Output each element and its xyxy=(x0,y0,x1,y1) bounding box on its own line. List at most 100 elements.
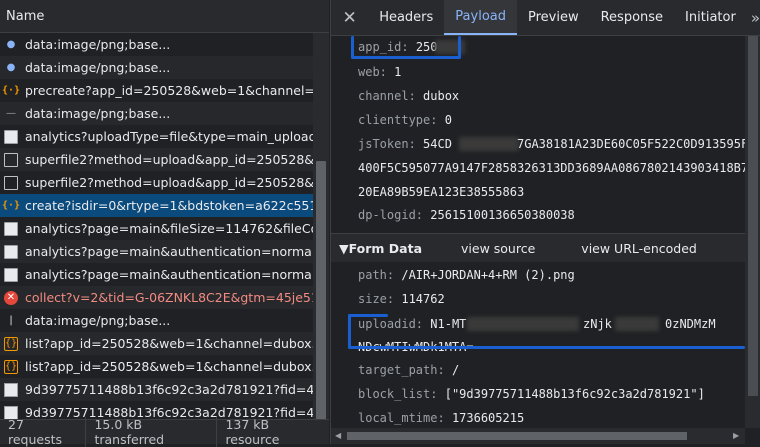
request-row[interactable]: — data:image/png;base... xyxy=(0,102,313,125)
request-list-scrollbar[interactable] xyxy=(313,33,329,423)
request-name: list?app_id=250528&web=1&channel=dubox..… xyxy=(25,359,313,374)
tab-headers[interactable]: Headers xyxy=(368,0,444,35)
scrollbar-thumb[interactable] xyxy=(316,161,326,423)
scrollbar-thumb[interactable] xyxy=(347,432,687,440)
form-target-path: target_path: / xyxy=(358,363,460,377)
xhr-outline-icon: {} xyxy=(4,359,18,374)
request-row[interactable]: analytics?page=main&fileSize=114762&file… xyxy=(0,217,313,240)
request-name: data:image/png;base... xyxy=(25,60,171,75)
tab-payload[interactable]: Payload xyxy=(444,0,517,35)
view-url-encoded-link[interactable]: view URL-encoded xyxy=(581,241,697,256)
name-column-label: Name xyxy=(6,8,45,24)
param-app-id: app_id: 250 xyxy=(358,40,438,54)
request-row[interactable]: | data:image/png;base... xyxy=(0,309,313,332)
request-list-panel: Name ● data:image/png;base... ● data:image/… xyxy=(0,0,329,447)
tab-initiator[interactable]: Initiator xyxy=(674,0,747,35)
scrollbar-thumb[interactable] xyxy=(748,36,758,396)
horizontal-scrollbar[interactable]: ◀ ▶ xyxy=(331,428,745,444)
request-name: superfile2?method=upload&app_id=250528&.… xyxy=(25,152,313,167)
request-name: create?isdir=0&rtype=1&bdstoken=a622c551… xyxy=(25,198,313,213)
redacted-region xyxy=(459,137,519,151)
jstoken-tail: 7GA38181A23DE60C05F522C0D913595FE xyxy=(517,137,745,151)
annotation-stroke xyxy=(348,314,388,317)
xhr-icon: {·} xyxy=(1,85,21,96)
request-row[interactable]: {} list?app_id=250528&web=1&channel=dubox… xyxy=(0,355,313,378)
request-name: precreate?app_id=250528&web=1&channel=..… xyxy=(25,83,313,98)
form-local-mtime: local_mtime: 1736605215 xyxy=(358,411,525,425)
request-row[interactable]: {} list?app_id=250528&web=1&channel=dubox… xyxy=(0,332,313,355)
request-name: 9d39775711488b13f6c92c3a2d781921?fid=44.… xyxy=(25,382,313,397)
document-icon xyxy=(4,244,18,259)
request-row[interactable]: analytics?page=main&authentication=norma… xyxy=(0,240,313,263)
request-name: analytics?page=main&authentication=norma… xyxy=(25,267,313,282)
request-name: analytics?page=main&fileSize=114762&file… xyxy=(25,221,313,236)
request-name: superfile2?method=upload&app_id=250528&.… xyxy=(25,175,313,190)
request-row[interactable]: superfile2?method=upload&app_id=250528&.… xyxy=(0,171,313,194)
status-bar: 27 requests 15.0 kB transferred 137 kB r… xyxy=(0,417,329,447)
details-panel: ✕ Headers Payload Preview Response Initi… xyxy=(330,0,760,444)
document-icon xyxy=(4,221,18,236)
name-column-header[interactable]: Name xyxy=(0,0,329,33)
request-row[interactable]: ● data:image/png;base... xyxy=(0,56,313,79)
picture-icon: ▪ xyxy=(4,382,18,397)
tab-preview[interactable]: Preview xyxy=(517,0,590,35)
document-icon xyxy=(4,267,18,282)
xhr-outline-icon: {} xyxy=(4,336,18,351)
redacted-region xyxy=(467,317,579,331)
form-path: path: /AIR+JORDAN+4+RM (2).png xyxy=(358,268,575,282)
request-name: data:image/png;base... xyxy=(25,106,171,121)
request-name: collect?v=2&tid=G-06ZNKL8C2E&gtm=45je51.… xyxy=(25,290,313,305)
request-row[interactable]: {·} precreate?app_id=250528&web=1&channel… xyxy=(0,79,313,102)
request-name: analytics?page=main&authentication=norma… xyxy=(25,244,313,259)
dash-icon: — xyxy=(6,108,16,119)
param-web: web: 1 xyxy=(358,65,402,79)
annotation-stroke xyxy=(351,36,354,58)
bar-icon: | xyxy=(9,315,13,326)
details-scrollbar[interactable] xyxy=(745,36,760,428)
close-icon[interactable]: ✕ xyxy=(331,8,368,28)
image-icon: ● xyxy=(6,62,16,73)
request-row[interactable]: {·} create?isdir=0&rtype=1&bdstoken=a622c… xyxy=(0,194,313,217)
request-row[interactable]: superfile2?method=upload&app_id=250528&.… xyxy=(0,148,313,171)
request-name: analytics?uploadType=file&type=main_uplo… xyxy=(25,129,313,144)
scroll-right-icon[interactable]: ▶ xyxy=(733,431,739,440)
form-uploadid: uploadid: N1-MT xyxy=(358,317,467,331)
request-row[interactable]: analytics?page=main&authentication=norma… xyxy=(0,263,313,286)
annotation-stroke xyxy=(351,56,461,59)
request-row[interactable]: ▪ 9d39775711488b13f6c92c3a2d781921?fid=44… xyxy=(0,378,313,401)
document-outline-icon xyxy=(4,152,18,167)
details-tab-bar: ✕ Headers Payload Preview Response Initi… xyxy=(331,0,760,36)
form-data-header[interactable]: ▼Form Data view source view URL-encoded xyxy=(331,233,745,262)
annotation-stroke xyxy=(458,36,461,58)
request-name: data:image/png;base... xyxy=(25,37,171,52)
param-dp-logid: dp-logid: 25615100136650380038 xyxy=(358,208,575,222)
request-row[interactable]: analytics?uploadType=file&type=main_uplo… xyxy=(0,125,313,148)
payload-view: app_id: 250 web: 1 channel: dubox client… xyxy=(331,36,745,428)
redacted-region xyxy=(615,317,659,331)
request-name: data:image/png;base... xyxy=(25,313,171,328)
form-block-list: block_list: ["9d39775711488b13f6c92c3a2d… xyxy=(358,387,705,401)
xhr-icon: {·} xyxy=(1,200,21,211)
request-count: 27 requests xyxy=(0,417,87,447)
resource-size: 137 kB resource xyxy=(225,417,280,447)
annotation-stroke xyxy=(348,314,351,348)
annotation-stroke xyxy=(348,346,745,349)
jstoken-line-3: 20EA89B59EA123E38555863 xyxy=(358,185,525,199)
request-name: list?app_id=250528&web=1&channel=dubox..… xyxy=(25,336,313,351)
param-channel: channel: dubox xyxy=(358,89,460,103)
scroll-left-icon[interactable]: ◀ xyxy=(335,431,341,440)
form-data-title[interactable]: ▼Form Data xyxy=(339,241,422,256)
request-list: ● data:image/png;base... ● data:image/png;b… xyxy=(0,33,313,419)
jstoken-line-2: 400F5C595077A9147F2858326313DD3689AA0867… xyxy=(358,161,745,175)
request-row[interactable]: ● data:image/png;base... xyxy=(0,33,313,56)
more-tabs-icon[interactable]: » xyxy=(751,9,760,27)
transferred-size: 15.0 kB transferred xyxy=(86,417,218,447)
view-source-link[interactable]: view source xyxy=(461,241,535,256)
param-clienttype: clienttype: 0 xyxy=(358,113,452,127)
error-icon: ✕ xyxy=(4,290,18,305)
param-jstoken: jsToken: 54CD xyxy=(358,137,452,151)
request-row[interactable]: ✕ collect?v=2&tid=G-06ZNKL8C2E&gtm=45je51… xyxy=(0,286,313,309)
tab-response[interactable]: Response xyxy=(590,0,674,35)
form-size: size: 114762 xyxy=(358,292,445,306)
uploadid-tail: 0zNDMzM xyxy=(665,317,716,331)
